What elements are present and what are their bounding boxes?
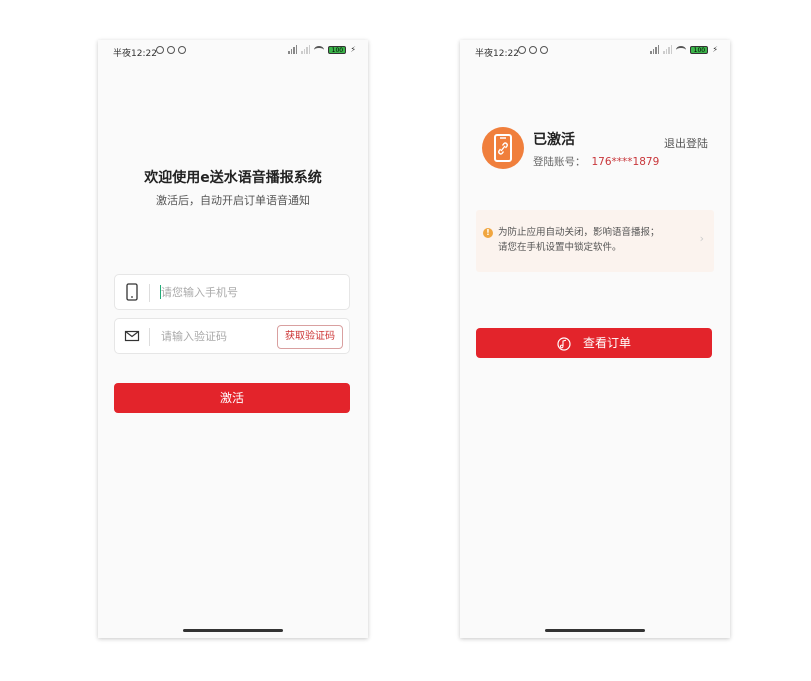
wifi-icon: [676, 45, 687, 54]
charging-icon: ⚡: [350, 45, 356, 54]
account-value: 176****1879: [591, 156, 660, 168]
signal-icon: [650, 45, 660, 54]
music-icon: [557, 336, 571, 351]
view-orders-button[interactable]: 查看订单: [476, 328, 712, 358]
lock-app-notice[interactable]: ! 为防止应用自动关闭，影响语音播报； 请您在手机设置中锁定软件。 ›: [476, 210, 714, 272]
page-title: 欢迎使用e送水语音播报系统: [144, 170, 322, 186]
phone-icon: [126, 283, 138, 301]
status-bar: 半夜12:22 100 ⚡: [460, 40, 730, 62]
mail-icon: [124, 330, 140, 342]
field-divider: [149, 284, 150, 302]
activated-screen: 半夜12:22 100 ⚡ 已激活 登陆账号： 176****1879 退出登陆 …: [460, 40, 730, 638]
activation-status: 已激活: [533, 132, 575, 148]
status-notification-icons: [156, 46, 186, 54]
account-info: 登陆账号： 176****1879: [533, 154, 659, 169]
mute-icon: [518, 46, 526, 54]
status-time: 半夜12:22: [113, 49, 157, 59]
login-screen: 半夜12:22 100 ⚡ 欢迎使用e送水语音播报系统 激活后，自动开启订单语音…: [98, 40, 368, 638]
page-subtitle: 激活后，自动开启订单语音通知: [156, 194, 310, 207]
notice-line: 请您在手机设置中锁定软件。: [498, 242, 622, 253]
battery-icon: 100: [690, 45, 709, 54]
status-right-icons: 100 ⚡: [288, 45, 356, 54]
signal-icon: [288, 45, 298, 54]
mute-icon: [156, 46, 164, 54]
logout-link[interactable]: 退出登陆: [664, 135, 708, 151]
notice-text: 为防止应用自动关闭，影响语音播报； 请您在手机设置中锁定软件。: [498, 225, 660, 255]
chevron-right-icon: ›: [699, 232, 704, 245]
get-code-button[interactable]: 获取验证码: [277, 325, 343, 349]
phone-link-icon: [494, 134, 512, 162]
notice-line: 为防止应用自动关闭，影响语音播报；: [498, 227, 660, 238]
phone-input[interactable]: [161, 275, 281, 309]
status-notification-icons: [518, 46, 548, 54]
notification-icon: [540, 46, 548, 54]
status-right-icons: 100 ⚡: [650, 45, 718, 54]
avatar: [482, 127, 524, 169]
wifi-icon: [314, 45, 325, 54]
signal-icon: [663, 45, 673, 54]
charging-icon: ⚡: [712, 45, 718, 54]
notification-icon: [178, 46, 186, 54]
notification-icon: [167, 46, 175, 54]
home-indicator[interactable]: [183, 629, 283, 632]
code-input[interactable]: [161, 319, 281, 353]
phone-field[interactable]: [114, 274, 350, 310]
status-time: 半夜12:22: [475, 49, 519, 59]
activate-button[interactable]: 激活: [114, 383, 350, 413]
home-indicator[interactable]: [545, 629, 645, 632]
signal-icon: [301, 45, 311, 54]
field-divider: [149, 328, 150, 346]
code-field[interactable]: 获取验证码: [114, 318, 350, 354]
status-bar: 半夜12:22 100 ⚡: [98, 40, 368, 62]
notification-icon: [529, 46, 537, 54]
account-label: 登陆账号：: [533, 156, 586, 168]
battery-icon: 100: [328, 45, 347, 54]
view-orders-label: 查看订单: [582, 336, 631, 350]
info-icon: !: [483, 228, 493, 238]
